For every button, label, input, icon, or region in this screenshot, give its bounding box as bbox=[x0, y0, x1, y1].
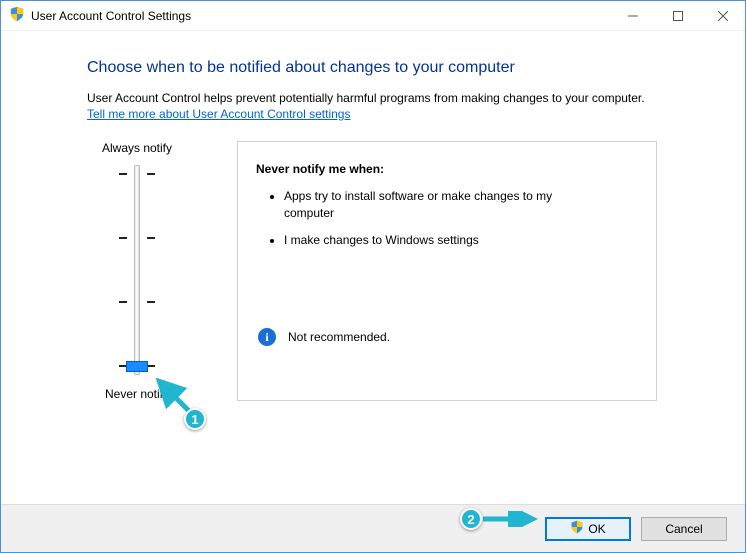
ok-label: OK bbox=[588, 522, 605, 536]
info-bullet: I make changes to Windows settings bbox=[284, 232, 604, 249]
maximize-button[interactable] bbox=[655, 1, 700, 30]
uac-shield-icon bbox=[570, 520, 584, 537]
close-button[interactable] bbox=[700, 1, 745, 30]
minimize-button[interactable] bbox=[610, 1, 655, 30]
cancel-button[interactable]: Cancel bbox=[641, 517, 727, 541]
notification-slider: Always notify Never notify bbox=[87, 141, 187, 401]
callout-badge-2: 2 bbox=[460, 508, 482, 530]
slider-label-top: Always notify bbox=[102, 141, 172, 155]
callout-badge-1: 1 bbox=[184, 408, 206, 430]
cancel-label: Cancel bbox=[665, 522, 702, 536]
slider-label-bottom: Never notify bbox=[105, 387, 169, 401]
uac-shield-icon bbox=[9, 6, 25, 25]
button-row: OK Cancel bbox=[1, 504, 745, 552]
notification-info-box: Never notify me when: Apps try to instal… bbox=[237, 141, 657, 401]
window-controls bbox=[610, 1, 745, 30]
titlebar: User Account Control Settings bbox=[1, 1, 745, 31]
window-title: User Account Control Settings bbox=[31, 9, 610, 23]
slider-thumb[interactable] bbox=[126, 361, 148, 372]
learn-more-link[interactable]: Tell me more about User Account Control … bbox=[87, 107, 350, 121]
info-title: Never notify me when: bbox=[256, 162, 638, 176]
info-list: Apps try to install software or make cha… bbox=[256, 188, 638, 248]
recommendation-text: Not recommended. bbox=[288, 330, 390, 344]
recommendation-row: i Not recommended. bbox=[256, 328, 638, 346]
info-icon: i bbox=[258, 328, 276, 346]
slider-track[interactable] bbox=[107, 165, 167, 375]
content-area: Choose when to be notified about changes… bbox=[1, 31, 745, 401]
description-text: User Account Control helps prevent poten… bbox=[87, 91, 697, 105]
ok-button[interactable]: OK bbox=[545, 517, 631, 541]
info-bullet: Apps try to install software or make cha… bbox=[284, 188, 604, 222]
page-heading: Choose when to be notified about changes… bbox=[87, 59, 697, 77]
main-area: Always notify Never notify Never notify … bbox=[87, 141, 697, 401]
